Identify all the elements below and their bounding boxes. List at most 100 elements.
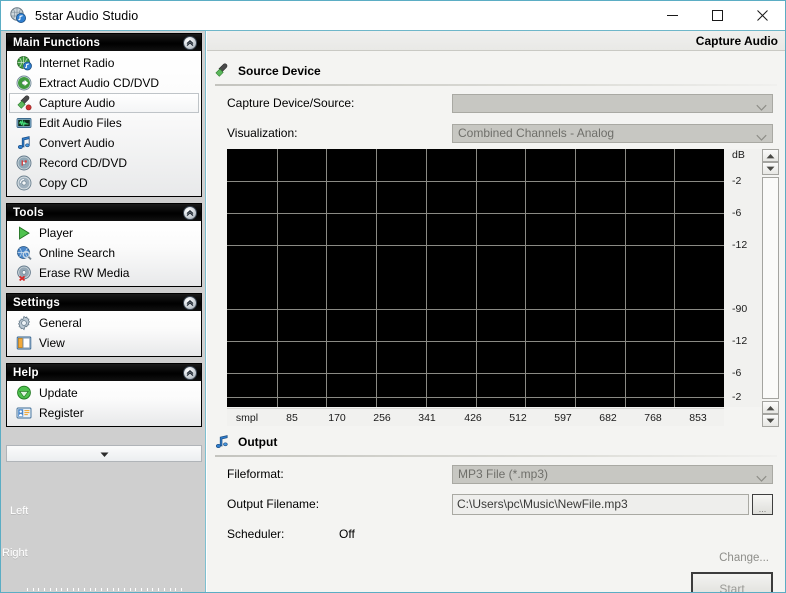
vu-meter-scale-ticks xyxy=(27,588,182,592)
scope-db-tick-label: -6 xyxy=(732,367,741,379)
vu-tick xyxy=(27,588,28,591)
group-title: Tools xyxy=(13,207,44,219)
internet-radio-icon xyxy=(16,55,32,71)
vu-tick xyxy=(90,588,91,591)
fileformat-label: Fileformat: xyxy=(227,467,452,481)
group-header-tools[interactable]: Tools xyxy=(6,203,202,221)
vu-tick xyxy=(164,588,165,591)
chevron-up-circle-icon[interactable] xyxy=(183,36,197,50)
extract-audio-icon xyxy=(16,75,32,91)
scope-sample-tick-label: 597 xyxy=(554,412,572,424)
vu-meter-left-label: Left xyxy=(10,505,28,517)
group-title: Main Functions xyxy=(13,37,100,49)
sidebar-item-register[interactable]: Register xyxy=(9,403,199,423)
group-body-tools: Player Online Search xyxy=(6,221,202,287)
scope-db-tick-label: -2 xyxy=(732,175,741,187)
fileformat-select[interactable]: MP3 File (*.mp3) xyxy=(452,465,773,484)
scope-spinner-top[interactable] xyxy=(762,149,779,175)
sidebar-item-edit-audio-files[interactable]: Edit Audio Files xyxy=(9,113,199,133)
triangle-down-icon[interactable] xyxy=(762,414,779,427)
change-button[interactable]: Change... xyxy=(719,552,769,564)
scope-db-tick-label: -12 xyxy=(732,335,747,347)
sidebar-nav: Main Functions xyxy=(6,33,202,445)
chevron-down-icon xyxy=(100,445,109,463)
visualization-select[interactable]: Combined Channels - Analog xyxy=(452,124,773,143)
folder-browse-icon[interactable]: ... xyxy=(752,494,773,515)
section-divider xyxy=(215,84,777,86)
scope-sample-tick-label: 512 xyxy=(509,412,527,424)
sidebar-item-label: Erase RW Media xyxy=(39,266,129,280)
capture-device-label: Capture Device/Source: xyxy=(227,96,452,110)
sidebar-item-player[interactable]: Player xyxy=(9,223,199,243)
sidebar-item-label: Internet Radio xyxy=(39,56,114,70)
sidebar-scroll-down-button[interactable] xyxy=(6,445,202,462)
chevron-up-circle-icon[interactable] xyxy=(183,206,197,220)
scope-scrollbar-trough[interactable] xyxy=(762,177,779,399)
sidebar-item-update[interactable]: Update xyxy=(9,383,199,403)
triangle-up-icon[interactable] xyxy=(762,149,779,162)
sidebar-item-record-cd-dvd[interactable]: Record CD/DVD xyxy=(9,153,199,173)
sidebar-item-erase-rw-media[interactable]: Erase RW Media xyxy=(9,263,199,283)
vu-tick xyxy=(152,588,153,591)
sidebar-item-label: View xyxy=(39,336,65,350)
vu-meter-panel: Left Right -91dB 0dB xyxy=(2,465,205,593)
start-button[interactable]: Start xyxy=(691,572,773,593)
erase-disc-icon xyxy=(16,265,32,281)
minimize-icon[interactable] xyxy=(650,1,695,30)
sidebar-item-label: Record CD/DVD xyxy=(39,156,127,170)
triangle-up-icon[interactable] xyxy=(762,401,779,414)
music-note-icon xyxy=(214,434,230,450)
vu-tick xyxy=(61,588,62,591)
sidebar-item-extract-audio-cd-dvd[interactable]: Extract Audio CD/DVD xyxy=(9,73,199,93)
vu-tick xyxy=(107,588,108,591)
fileformat-value: MP3 File (*.mp3) xyxy=(458,467,548,481)
vu-tick xyxy=(158,588,159,591)
field-row-scheduler: Scheduler: Off xyxy=(207,521,785,547)
section-title: Output xyxy=(238,435,277,449)
maximize-icon[interactable] xyxy=(695,1,740,30)
browse-button-label: ... xyxy=(759,504,767,514)
close-icon[interactable] xyxy=(740,1,785,30)
vu-tick xyxy=(181,588,182,591)
scope-db-tick-label: -90 xyxy=(732,303,747,315)
chevron-up-circle-icon[interactable] xyxy=(183,366,197,380)
scope-db-tick-label: -12 xyxy=(732,239,747,251)
chevron-down-icon xyxy=(756,470,767,488)
sidebar-item-capture-audio[interactable]: Capture Audio xyxy=(9,93,199,113)
sidebar-item-label: Edit Audio Files xyxy=(39,116,122,130)
scope-sample-tick-label: smpl xyxy=(236,412,258,424)
scope-canvas[interactable] xyxy=(227,149,724,407)
section-header-source-device: Source Device xyxy=(207,60,785,82)
group-header-main-functions[interactable]: Main Functions xyxy=(6,33,202,51)
scheduler-label: Scheduler: xyxy=(227,527,339,541)
window-layout-icon xyxy=(16,335,32,351)
sidebar-item-general[interactable]: General xyxy=(9,313,199,333)
scope-gridline-vertical xyxy=(376,149,377,407)
triangle-down-icon[interactable] xyxy=(762,162,779,175)
vu-tick xyxy=(175,588,176,591)
sidebar-item-label: Extract Audio CD/DVD xyxy=(39,76,159,90)
sidebar-item-view[interactable]: View xyxy=(9,333,199,353)
chevron-up-circle-icon[interactable] xyxy=(183,296,197,310)
scope-gridline-horizontal xyxy=(227,341,724,342)
vu-tick xyxy=(130,588,131,591)
sidebar-item-convert-audio[interactable]: Convert Audio xyxy=(9,133,199,153)
group-header-settings[interactable]: Settings xyxy=(6,293,202,311)
vu-tick xyxy=(50,588,51,591)
globe-music-icon xyxy=(10,7,27,24)
capture-device-select[interactable] xyxy=(452,94,773,113)
group-header-help[interactable]: Help xyxy=(6,363,202,381)
group-title: Help xyxy=(13,367,39,379)
update-arrow-icon xyxy=(16,385,32,401)
sidebar-item-copy-cd[interactable]: Copy CD xyxy=(9,173,199,193)
sidebar-item-online-search[interactable]: Online Search xyxy=(9,243,199,263)
scope-sample-tick-label: 341 xyxy=(418,412,436,424)
sidebar-item-internet-radio[interactable]: Internet Radio xyxy=(9,53,199,73)
scope-spinner-bottom[interactable] xyxy=(762,401,779,427)
vu-tick xyxy=(135,588,136,591)
output-filename-input[interactable]: C:\Users\pc\Music\NewFile.mp3 xyxy=(452,494,749,515)
scope-sample-tick-label: 853 xyxy=(689,412,707,424)
scope-sample-axis: smpl85170256341426512597682768853 xyxy=(227,408,724,426)
scope-gridline-vertical xyxy=(575,149,576,407)
sidebar-item-label: General xyxy=(39,316,82,330)
